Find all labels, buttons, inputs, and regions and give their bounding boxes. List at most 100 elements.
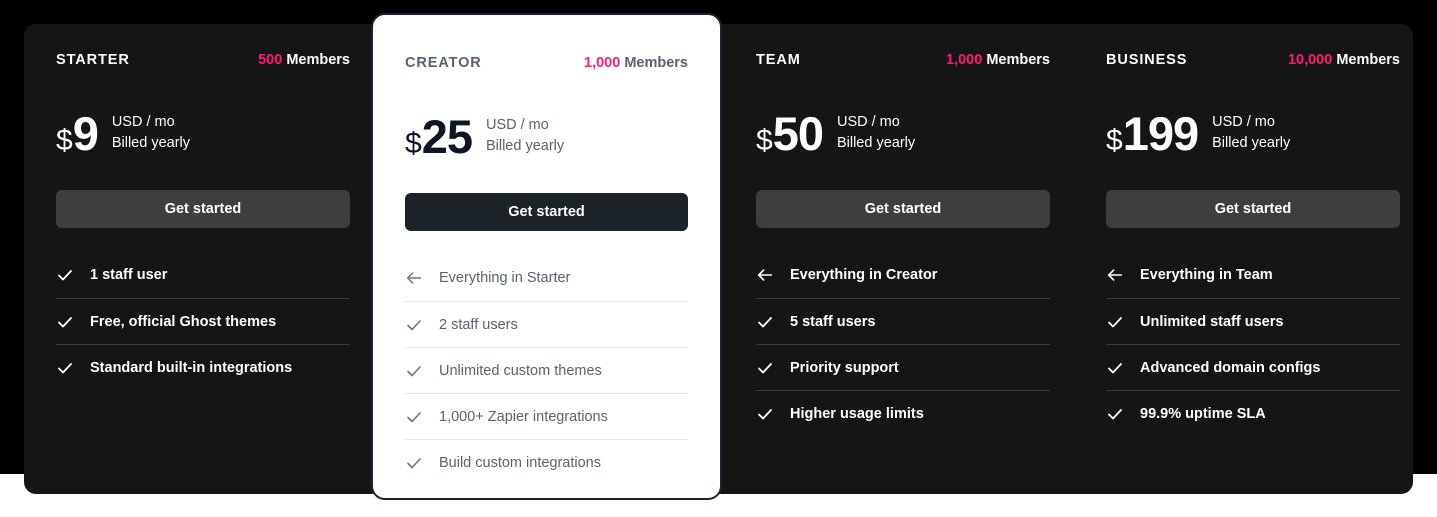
- pricing-card-business[interactable]: BUSINESS 10,000 Members $ 199 USD / mo B…: [1078, 24, 1428, 494]
- currency-symbol: $: [405, 129, 422, 159]
- members-allowance: 500 Members: [258, 52, 350, 68]
- get-started-button[interactable]: Get started: [405, 193, 688, 231]
- list-item: Standard built-in integrations: [56, 344, 350, 390]
- list-item: Everything in Starter: [405, 255, 688, 301]
- check-icon: [1106, 359, 1124, 377]
- billing-period: Billed yearly: [486, 136, 564, 157]
- feature-label: Priority support: [790, 360, 899, 376]
- check-icon: [405, 362, 423, 380]
- feature-label: Unlimited staff users: [1140, 314, 1283, 330]
- price-row: $ 25 USD / mo Billed yearly: [405, 107, 688, 165]
- feature-label: 5 staff users: [790, 314, 875, 330]
- price-meta: USD / mo Billed yearly: [1212, 112, 1290, 154]
- list-item: Build custom integrations: [405, 439, 688, 485]
- members-count: 1,000: [584, 55, 620, 71]
- price-meta: USD / mo Billed yearly: [486, 115, 564, 157]
- plan-name: BUSINESS: [1106, 52, 1187, 68]
- currency-symbol: $: [756, 126, 773, 156]
- arrow-left-icon: [756, 266, 774, 284]
- list-item: 99.9% uptime SLA: [1106, 390, 1400, 436]
- price-amount: 9: [73, 110, 98, 157]
- pricing-card-starter[interactable]: STARTER 500 Members $ 9 USD / mo Billed …: [28, 24, 378, 494]
- card-header: CREATOR 1,000 Members: [405, 55, 688, 75]
- list-item: 2 staff users: [405, 301, 688, 347]
- currency-symbol: $: [56, 126, 73, 156]
- price-row: $ 199 USD / mo Billed yearly: [1106, 104, 1400, 162]
- check-icon: [405, 316, 423, 334]
- price: $ 9: [56, 110, 98, 157]
- card-header: STARTER 500 Members: [56, 52, 350, 72]
- feature-label: Unlimited custom themes: [439, 363, 602, 379]
- pricing-card-team[interactable]: TEAM 1,000 Members $ 50 USD / mo Billed …: [728, 24, 1078, 494]
- list-item: Higher usage limits: [756, 390, 1050, 436]
- members-count: 500: [258, 52, 282, 68]
- price-unit: USD / mo: [1212, 112, 1290, 133]
- price: $ 199: [1106, 110, 1198, 157]
- price-unit: USD / mo: [837, 112, 915, 133]
- members-label: Members: [624, 55, 688, 71]
- list-item: Advanced domain configs: [1106, 344, 1400, 390]
- billing-period: Billed yearly: [837, 133, 915, 154]
- list-item: Unlimited custom themes: [405, 347, 688, 393]
- list-item: Unlimited staff users: [1106, 298, 1400, 344]
- price-unit: USD / mo: [486, 115, 564, 136]
- feature-label: Build custom integrations: [439, 455, 601, 471]
- list-item: Everything in Team: [1106, 252, 1400, 298]
- members-label: Members: [1336, 52, 1400, 68]
- get-started-button[interactable]: Get started: [1106, 190, 1400, 228]
- feature-label: Everything in Creator: [790, 267, 937, 283]
- get-started-button[interactable]: Get started: [56, 190, 350, 228]
- plan-name: STARTER: [56, 52, 130, 68]
- feature-list: 1 staff user Free, official Ghost themes…: [56, 252, 350, 390]
- price: $ 50: [756, 110, 823, 157]
- check-icon: [56, 313, 74, 331]
- check-icon: [1106, 313, 1124, 331]
- price-meta: USD / mo Billed yearly: [112, 112, 190, 154]
- feature-list: Everything in Starter 2 staff users Unli…: [405, 255, 688, 485]
- price-amount: 50: [773, 110, 823, 157]
- price-meta: USD / mo Billed yearly: [837, 112, 915, 154]
- check-icon: [1106, 405, 1124, 423]
- arrow-left-icon: [1106, 266, 1124, 284]
- plan-name: TEAM: [756, 52, 801, 68]
- list-item: 1,000+ Zapier integrations: [405, 393, 688, 439]
- list-item: Everything in Creator: [756, 252, 1050, 298]
- card-header: TEAM 1,000 Members: [756, 52, 1050, 72]
- currency-symbol: $: [1106, 126, 1123, 156]
- feature-label: Advanced domain configs: [1140, 360, 1320, 376]
- members-label: Members: [286, 52, 350, 68]
- billing-period: Billed yearly: [1212, 133, 1290, 154]
- check-icon: [405, 454, 423, 472]
- check-icon: [756, 359, 774, 377]
- price-amount: 25: [422, 113, 472, 160]
- feature-label: Everything in Starter: [439, 270, 570, 286]
- plan-name: CREATOR: [405, 55, 482, 71]
- feature-label: 2 staff users: [439, 317, 518, 333]
- feature-label: 99.9% uptime SLA: [1140, 406, 1266, 422]
- check-icon: [405, 408, 423, 426]
- price-row: $ 9 USD / mo Billed yearly: [56, 104, 350, 162]
- feature-label: Standard built-in integrations: [90, 360, 292, 376]
- price-amount: 199: [1123, 110, 1198, 157]
- list-item: Priority support: [756, 344, 1050, 390]
- list-item: 1 staff user: [56, 252, 350, 298]
- check-icon: [56, 359, 74, 377]
- feature-list: Everything in Team Unlimited staff users…: [1106, 252, 1400, 436]
- members-allowance: 1,000 Members: [946, 52, 1050, 68]
- members-label: Members: [986, 52, 1050, 68]
- feature-label: 1,000+ Zapier integrations: [439, 409, 608, 425]
- price-unit: USD / mo: [112, 112, 190, 133]
- billing-period: Billed yearly: [112, 133, 190, 154]
- check-icon: [56, 266, 74, 284]
- feature-label: Higher usage limits: [790, 406, 924, 422]
- get-started-button[interactable]: Get started: [756, 190, 1050, 228]
- feature-label: Everything in Team: [1140, 267, 1273, 283]
- arrow-left-icon: [405, 269, 423, 287]
- price: $ 25: [405, 113, 472, 160]
- pricing-page: STARTER 500 Members $ 9 USD / mo Billed …: [0, 0, 1437, 517]
- pricing-card-creator[interactable]: CREATOR 1,000 Members $ 25 USD / mo Bill…: [371, 13, 722, 500]
- list-item: 5 staff users: [756, 298, 1050, 344]
- members-count: 1,000: [946, 52, 982, 68]
- feature-list: Everything in Creator 5 staff users Prio…: [756, 252, 1050, 436]
- feature-label: Free, official Ghost themes: [90, 314, 276, 330]
